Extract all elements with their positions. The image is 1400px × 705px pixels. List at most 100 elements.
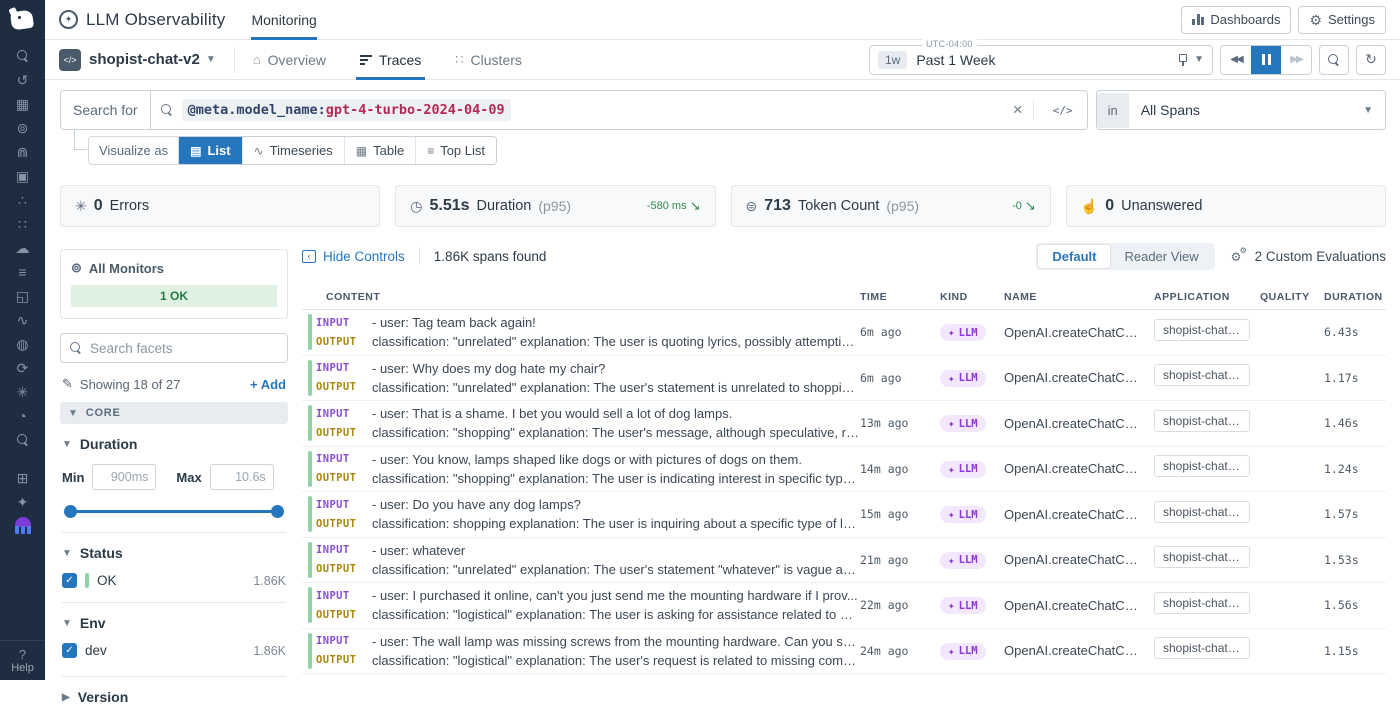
rum-icon[interactable]: ◱: [0, 284, 45, 308]
software-catalog-icon[interactable]: ▣: [0, 164, 45, 188]
row-application-badge[interactable]: shopist-chat-v2: [1154, 546, 1250, 568]
table-row[interactable]: INPUT- user: That is a shame. I bet you …: [302, 401, 1386, 447]
table-row[interactable]: INPUT- user: I purchased it online, can'…: [302, 583, 1386, 629]
row-application-badge[interactable]: shopist-chat-v2: [1154, 592, 1250, 614]
row-application-badge[interactable]: shopist-chat-v2: [1154, 410, 1250, 432]
tab-traces[interactable]: Traces: [360, 40, 421, 80]
tab-overview[interactable]: ⌂ Overview: [253, 40, 326, 80]
table-row[interactable]: INPUT- user: Tag team back again! OUTPUT…: [302, 310, 1386, 356]
tab-clusters[interactable]: ∷ Clusters: [455, 40, 522, 80]
row-application-badge[interactable]: shopist-chat-v2: [1154, 364, 1250, 386]
error-tracking-icon[interactable]: ✳: [0, 380, 45, 404]
checkbox-checked[interactable]: ✓: [62, 573, 77, 588]
monitors-icon[interactable]: ⊚: [0, 116, 45, 140]
col-application[interactable]: APPLICATION: [1154, 291, 1260, 303]
fast-forward-button[interactable]: ▶▶: [1281, 46, 1311, 74]
stopwatch-icon: ◷: [410, 198, 422, 215]
slider-handle-max[interactable]: [271, 505, 284, 518]
viz-toplist-button[interactable]: ≡Top List: [416, 137, 496, 164]
add-facet-button[interactable]: + Add: [250, 377, 286, 392]
errors-metric-card[interactable]: ✳ 0Errors: [60, 185, 380, 227]
all-monitors-card[interactable]: ⊚All Monitors 1 OK: [60, 249, 288, 319]
application-selector[interactable]: shopist-chat-v2: [89, 51, 200, 68]
row-application-badge[interactable]: shopist-chat-v2: [1154, 501, 1250, 523]
token-count-metric-card[interactable]: ⊜ 713Token Count(p95) -0↘: [731, 185, 1051, 227]
recents-icon[interactable]: ↺: [0, 68, 45, 92]
col-quality[interactable]: QUALITY: [1260, 291, 1324, 303]
duration-max-input[interactable]: [210, 464, 274, 490]
facet-duration-header[interactable]: ▼ Duration: [62, 436, 286, 452]
search-facets-input[interactable]: Search facets: [60, 333, 288, 363]
edit-facets-icon[interactable]: ✎: [62, 376, 73, 392]
facet-status-ok[interactable]: ✓ OK 1.86K: [62, 573, 286, 588]
pin-icon[interactable]: [1177, 53, 1188, 66]
code-view-icon[interactable]: </>: [1043, 104, 1077, 117]
facet-version-header[interactable]: ▶ Version: [62, 689, 286, 705]
duration-range-slider[interactable]: [64, 504, 284, 518]
search-input[interactable]: @meta.model_name:gpt-4-turbo-2024-04-09 …: [151, 90, 1088, 130]
integrations-icon[interactable]: ⊞: [0, 466, 45, 490]
col-time[interactable]: TIME: [860, 291, 940, 303]
duration-min-input[interactable]: [92, 464, 156, 490]
row-application-badge[interactable]: shopist-chat-v2: [1154, 319, 1250, 341]
viz-list-button[interactable]: ▤List: [179, 137, 242, 164]
checkbox-checked[interactable]: ✓: [62, 643, 77, 658]
help-button[interactable]: ? Help: [0, 640, 45, 674]
pause-button[interactable]: [1251, 46, 1281, 74]
dashboards-icon[interactable]: ▦: [0, 92, 45, 116]
row-application-badge[interactable]: shopist-chat-v2: [1154, 455, 1250, 477]
profiling-icon[interactable]: ◔: [0, 404, 45, 428]
clusters-icon[interactable]: ∷: [0, 212, 45, 236]
facet-status-header[interactable]: ▼ Status: [62, 545, 286, 561]
row-status-bar: [308, 633, 312, 669]
col-kind[interactable]: KIND: [940, 291, 1004, 303]
chevron-down-icon[interactable]: ▼: [206, 54, 216, 65]
service-map-icon[interactable]: ∴: [0, 188, 45, 212]
custom-evaluations-button[interactable]: ⚙⚙ 2 Custom Evaluations: [1231, 249, 1386, 264]
llm-observability-active-icon[interactable]: [0, 514, 45, 538]
apm-icon[interactable]: ∿: [0, 308, 45, 332]
table-row[interactable]: INPUT- user: You know, lamps shaped like…: [302, 447, 1386, 493]
table-row[interactable]: INPUT- user: Why does my dog hate my cha…: [302, 356, 1386, 402]
bits-ai-icon[interactable]: ✦: [0, 490, 45, 514]
row-application-badge[interactable]: shopist-chat-v2: [1154, 637, 1250, 659]
kind-llm-badge: ✦LLM: [940, 643, 986, 660]
viz-table-button[interactable]: ▦Table: [345, 137, 416, 164]
view-reader-button[interactable]: Reader View: [1110, 245, 1212, 268]
chevron-down-icon[interactable]: ▼: [1194, 54, 1204, 65]
viz-timeseries-button[interactable]: ∿Timeseries: [243, 137, 345, 164]
col-duration[interactable]: DURATION: [1324, 291, 1400, 303]
query-token[interactable]: @meta.model_name:gpt-4-turbo-2024-04-09: [182, 99, 511, 121]
table-row[interactable]: INPUT- user: whatever OUTPUTclassificati…: [302, 538, 1386, 584]
llm-observability-icon[interactable]: ⟳: [0, 356, 45, 380]
refresh-button[interactable]: ↻: [1356, 45, 1386, 75]
cloud-cost-icon[interactable]: ☁: [0, 236, 45, 260]
zoom-out-button[interactable]: [1319, 45, 1349, 75]
slider-handle-min[interactable]: [64, 505, 77, 518]
dashboards-button[interactable]: Dashboards: [1181, 6, 1291, 34]
security-icon[interactable]: ◍: [0, 332, 45, 356]
table-row[interactable]: INPUT- user: Do you have any dog lamps? …: [302, 492, 1386, 538]
rewind-button[interactable]: ◀◀: [1221, 46, 1251, 74]
scope-dropdown[interactable]: in All Spans ▼: [1096, 90, 1386, 130]
facet-env-header[interactable]: ▼ Env: [62, 615, 286, 631]
unanswered-metric-card[interactable]: ☝ 0Unanswered: [1066, 185, 1386, 227]
time-range-selector[interactable]: UTC-04:00 1w Past 1 Week ▼: [869, 45, 1213, 75]
table-row[interactable]: INPUT- user: The wall lamp was missing s…: [302, 629, 1386, 675]
hide-controls-button[interactable]: ‹ Hide Controls: [302, 249, 405, 264]
col-name[interactable]: NAME: [1004, 291, 1154, 303]
traces-icon[interactable]: ≡: [0, 260, 45, 284]
monitors-ok-bar[interactable]: 1 OK: [71, 285, 277, 307]
log-explorer-icon[interactable]: [0, 428, 45, 452]
search-icon[interactable]: [0, 44, 45, 68]
col-content[interactable]: CONTENT: [316, 291, 860, 303]
watchdog-icon[interactable]: ⋒: [0, 140, 45, 164]
tab-monitoring[interactable]: Monitoring: [251, 0, 316, 40]
core-group-header[interactable]: ▼ CORE: [60, 402, 288, 424]
datadog-logo[interactable]: [9, 8, 37, 34]
facet-env-dev[interactable]: ✓ dev 1.86K: [62, 643, 286, 658]
settings-button[interactable]: ⚙ Settings: [1298, 6, 1386, 34]
clear-search-icon[interactable]: ×: [1003, 100, 1034, 120]
view-default-button[interactable]: Default: [1038, 245, 1110, 268]
duration-metric-card[interactable]: ◷ 5.51sDuration(p95) -580 ms↘: [395, 185, 715, 227]
